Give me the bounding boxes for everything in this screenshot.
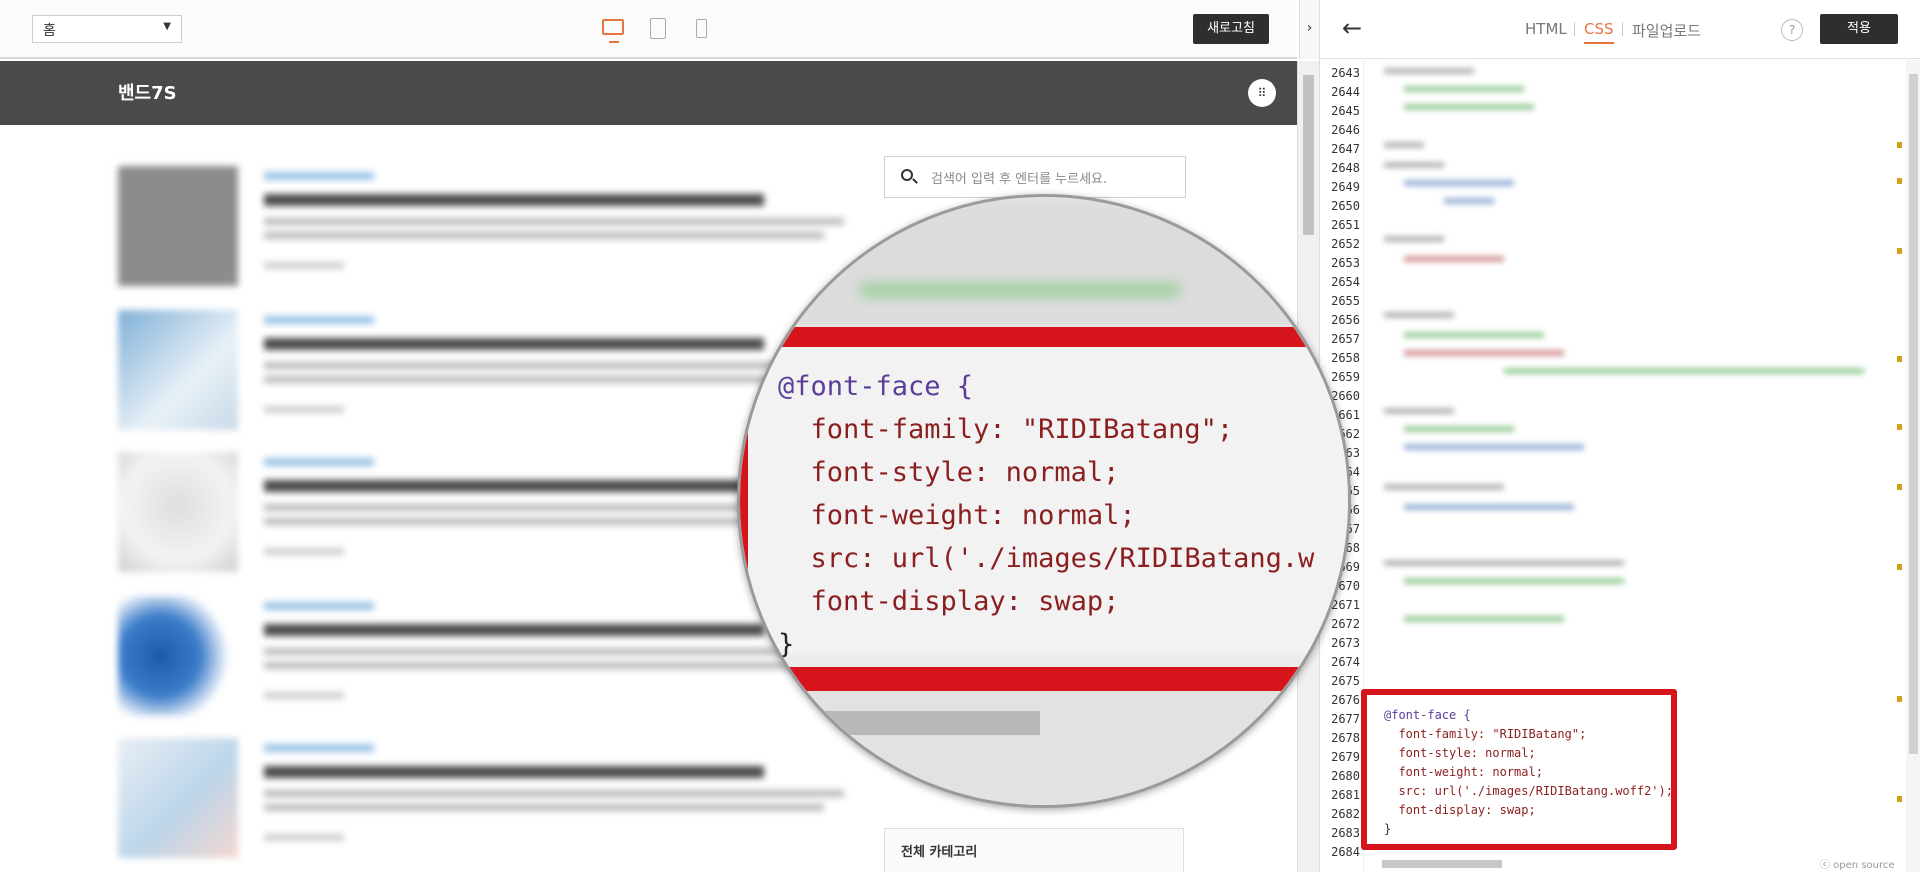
- tab-css[interactable]: CSS: [1584, 20, 1614, 44]
- highlight-box: [1361, 689, 1677, 850]
- post-thumbnail: [118, 310, 238, 430]
- chevron-right-icon[interactable]: ›: [1299, 0, 1319, 59]
- device-switcher: [598, 16, 718, 44]
- post-category: [264, 316, 374, 324]
- horizontal-scrollbar-thumb[interactable]: [1382, 860, 1502, 868]
- post-excerpt: [264, 804, 824, 811]
- preview-toolbar: 홈 ▼ 새로고침: [0, 0, 1297, 59]
- magnified-highlight-bottom: [740, 667, 1348, 691]
- category-widget: 전체 카테고리: [884, 828, 1184, 872]
- post-title: [264, 194, 764, 206]
- open-source-label: ⓒ open source: [1820, 860, 1895, 871]
- list-item[interactable]: [118, 166, 848, 286]
- magnifier-lens: @font-face { font-family: "RIDIBatang"; …: [737, 194, 1351, 808]
- tab-divider: [1574, 22, 1575, 36]
- editor-pane: ← HTML CSS 파일업로드 ? 적용 2643 2644 2645 2646 26…: [1319, 0, 1920, 872]
- page-select-value: 홈: [43, 23, 56, 39]
- search-placeholder: 검색어 입력 후 엔터를 누르세요.: [931, 172, 1108, 187]
- search-input[interactable]: 검색어 입력 후 엔터를 누르세요.: [884, 156, 1186, 198]
- post-title: [264, 338, 764, 350]
- back-arrow-icon[interactable]: ←: [1342, 14, 1362, 42]
- magnified-code-line: }: [778, 629, 795, 660]
- magnified-scrollbar-thumb: [800, 711, 1040, 735]
- list-item[interactable]: [118, 310, 848, 430]
- scroll-marker: [1897, 142, 1902, 148]
- scroll-marker: [1897, 564, 1902, 570]
- css-editor[interactable]: 2643264426452646264726482649265026512652…: [1320, 60, 1920, 872]
- line-number: 2648: [1331, 161, 1360, 175]
- tablet-icon[interactable]: [650, 18, 666, 39]
- blurred-code: [1384, 64, 1864, 664]
- phone-icon[interactable]: [696, 19, 707, 38]
- editor-toolbar: ← HTML CSS 파일업로드 ? 적용: [1320, 0, 1920, 59]
- line-number: 2643: [1331, 66, 1360, 80]
- line-number: 2644: [1331, 85, 1360, 99]
- scroll-marker: [1897, 356, 1902, 362]
- list-item[interactable]: [118, 738, 848, 858]
- post-category: [264, 744, 374, 752]
- page-select[interactable]: 홈 ▼: [32, 15, 182, 43]
- line-number: 2645: [1331, 104, 1360, 118]
- desktop-icon[interactable]: [602, 19, 624, 43]
- scrollbar-thumb[interactable]: [1909, 74, 1918, 754]
- post-category: [264, 458, 374, 466]
- magnified-code-line: font-display: swap;: [778, 586, 1120, 617]
- magnified-code: @font-face { font-family: "RIDIBatang"; …: [778, 365, 1314, 666]
- post-date: [264, 406, 344, 413]
- post-thumbnail: [118, 166, 238, 286]
- magnified-bottom: [740, 691, 1348, 805]
- post-category: [264, 172, 374, 180]
- magnified-code-line: font-family: "RIDIBatang";: [778, 414, 1234, 445]
- app-root: 홈 ▼ 새로고침 › 밴드7S ⠿ 검색어 입력 후 엔터를 누르세요. 전체 …: [0, 0, 1920, 872]
- line-number: 2682: [1331, 807, 1360, 821]
- magnified-highlight-left: [740, 347, 748, 667]
- magnified-code-line: font-style: normal;: [778, 457, 1120, 488]
- scroll-marker: [1897, 796, 1902, 802]
- tab-html[interactable]: HTML: [1525, 20, 1567, 38]
- list-item[interactable]: [118, 596, 848, 716]
- magnified-code-line: src: url('./images/RIDIBatang.w: [778, 543, 1315, 574]
- post-title: [264, 624, 764, 636]
- post-date: [264, 834, 344, 841]
- post-thumbnail: [118, 452, 238, 572]
- editor-scrollbar[interactable]: [1906, 60, 1920, 872]
- tab-file-upload[interactable]: 파일업로드: [1632, 20, 1701, 41]
- post-date: [264, 548, 344, 555]
- magnified-blur: [740, 197, 1348, 327]
- menu-dots-icon[interactable]: ⠿: [1248, 79, 1276, 107]
- post-thumbnail: [118, 596, 238, 716]
- chevron-down-icon: ▼: [163, 21, 171, 32]
- line-number: 2647: [1331, 142, 1360, 156]
- post-title: [264, 480, 764, 492]
- magnified-highlight-top: [740, 327, 1348, 347]
- scroll-marker: [1897, 248, 1902, 254]
- category-title: 전체 카테고리: [901, 845, 978, 860]
- post-date: [264, 692, 344, 699]
- search-icon: [901, 169, 913, 181]
- site-title[interactable]: 밴드7S: [118, 79, 177, 105]
- line-number: 2646: [1331, 123, 1360, 137]
- post-date: [264, 262, 344, 269]
- refresh-button[interactable]: 새로고침: [1193, 14, 1269, 44]
- tab-divider: [1622, 22, 1623, 36]
- post-thumbnail: [118, 738, 238, 858]
- magnified-code-line: @font-face {: [778, 371, 974, 402]
- post-category: [264, 602, 374, 610]
- line-number: 2683: [1331, 826, 1360, 840]
- magnified-code-line: font-weight: normal;: [778, 500, 1136, 531]
- apply-button[interactable]: 적용: [1820, 14, 1898, 44]
- scroll-marker: [1897, 696, 1902, 702]
- help-icon[interactable]: ?: [1781, 19, 1803, 41]
- line-number: 2649: [1331, 180, 1360, 194]
- site-header: 밴드7S ⠿: [0, 61, 1297, 125]
- post-title: [264, 766, 764, 778]
- scroll-marker: [1897, 178, 1902, 184]
- line-number: 2684: [1331, 845, 1360, 859]
- scroll-marker: [1897, 424, 1902, 430]
- scroll-marker: [1897, 484, 1902, 490]
